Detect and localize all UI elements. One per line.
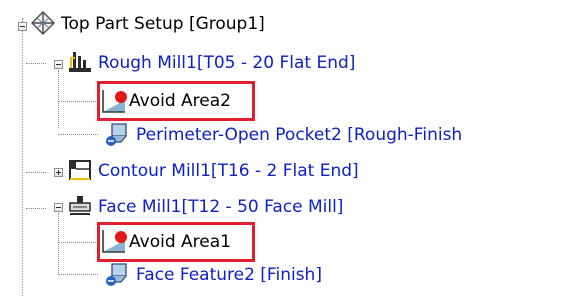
highlight-box-avoid-area-2 (97, 81, 255, 121)
tree-line-h-7 (58, 274, 98, 275)
face-mill-icon (67, 193, 93, 219)
tree-line-h-3 (58, 134, 98, 135)
tree-line-rough-mill (58, 70, 59, 128)
tree-line-h-1 (26, 63, 46, 64)
collapse-toggle-face-mill[interactable] (54, 203, 63, 212)
tree-line-h-2 (58, 101, 98, 102)
tree-line-root (22, 18, 23, 296)
collapse-toggle-rough-mill[interactable] (54, 60, 63, 69)
setup-icon (30, 10, 56, 36)
tree-item-rough-mill[interactable]: Rough Mill1[T05 - 20 Flat End] (98, 52, 355, 74)
rough-mill-icon (67, 48, 93, 74)
contour-mill-icon (67, 157, 93, 183)
tree-line-h-4 (26, 172, 46, 173)
operation-tree: Top Part Setup [Group1] Rough Mill1[T05 … (0, 0, 574, 296)
face-feature-icon (104, 261, 130, 287)
pocket-feature-icon (104, 121, 130, 147)
collapse-toggle-root[interactable] (18, 22, 27, 31)
expand-toggle-contour-mill[interactable] (54, 168, 63, 177)
highlight-box-avoid-area-1 (97, 222, 255, 262)
tree-line-h-6 (58, 242, 98, 243)
tree-item-face-mill[interactable]: Face Mill1[T12 - 50 Face Mill] (98, 196, 343, 218)
tree-item-perimeter-open-pocket[interactable]: Perimeter-Open Pocket2 [Rough-Finish (136, 124, 462, 146)
tree-item-contour-mill[interactable]: Contour Mill1[T16 - 2 Flat End] (98, 160, 359, 182)
tree-item-face-feature[interactable]: Face Feature2 [Finish] (136, 264, 322, 286)
tree-line-face-mill (58, 213, 59, 273)
tree-line-h-5 (26, 208, 46, 209)
tree-item-top-part-setup[interactable]: Top Part Setup [Group1] (61, 13, 265, 35)
